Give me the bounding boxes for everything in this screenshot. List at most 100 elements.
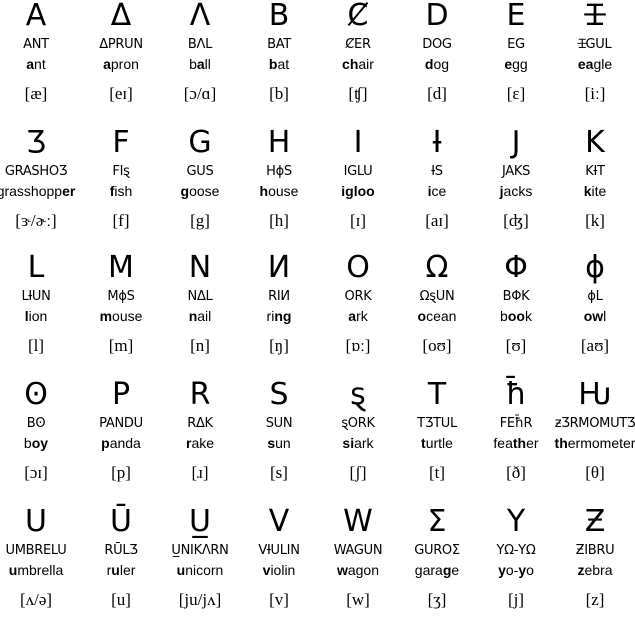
letter-cell: Ɨ ƗS ice [aɪ] bbox=[392, 127, 482, 231]
english-word: dog bbox=[392, 56, 482, 73]
english-word: garage bbox=[392, 562, 482, 579]
ipa-pronunciation: [ɒː] bbox=[345, 336, 371, 355]
letter-cell: W WAGUN wagon [w] bbox=[313, 506, 403, 610]
example-word: UMBRELU bbox=[5, 543, 67, 558]
highlighted-letters: th bbox=[554, 435, 568, 451]
ipa-pronunciation: [ʌ/ə] bbox=[19, 590, 53, 609]
highlighted-letters: a bbox=[196, 56, 205, 72]
plain-letters: b bbox=[189, 56, 197, 72]
highlighted-letters: o bbox=[417, 308, 427, 324]
letter-cell: B BAT bat [b] bbox=[234, 0, 324, 104]
letter-cell: D DOG dog [d] bbox=[392, 0, 482, 104]
plain-letters: ebra bbox=[584, 562, 613, 578]
highlighted-letters: a bbox=[26, 56, 35, 72]
ipa-pronunciation: [aɪ] bbox=[425, 211, 449, 230]
highlighted-letters: a bbox=[348, 308, 357, 324]
letter-glyph: T bbox=[427, 377, 447, 412]
example-word: ɸL bbox=[587, 289, 603, 304]
ipa-pronunciation: [ʧ] bbox=[348, 84, 368, 103]
letter-cell: Ƶ ƵIBRU zebra [z] bbox=[550, 506, 635, 610]
letter-glyph: U bbox=[25, 504, 47, 539]
english-word: lion bbox=[0, 308, 81, 325]
ipa-pronunciation: [ɔ/ɑ] bbox=[183, 84, 217, 103]
highlighted-letters: oo bbox=[507, 308, 525, 324]
letter-cell: Δ ΔPRUN apron [eɪ] bbox=[76, 0, 166, 104]
example-word: ORK bbox=[344, 289, 372, 304]
highlighted-letters: s bbox=[267, 435, 276, 451]
plain-letters: rk bbox=[356, 308, 368, 324]
letter-cell: Ȼ ȻER chair [ʧ] bbox=[313, 0, 403, 104]
letter-cell: G GUS goose [g] bbox=[155, 127, 245, 231]
example-word: BΦK bbox=[502, 289, 530, 304]
letter-cell: K KƗT kite [k] bbox=[550, 127, 635, 231]
english-word: kite bbox=[550, 183, 635, 200]
example-word: ƗS bbox=[431, 164, 443, 179]
ipa-pronunciation: [v] bbox=[269, 590, 289, 609]
example-word: ƵIBRU bbox=[575, 543, 615, 558]
letter-glyph: Y bbox=[506, 504, 526, 539]
english-word: zebra bbox=[550, 562, 635, 579]
letter-glyph: V bbox=[268, 504, 290, 539]
highlighted-letters: m bbox=[99, 308, 113, 324]
plain-letters: oose bbox=[189, 183, 220, 199]
ipa-pronunciation: [z] bbox=[585, 590, 605, 609]
highlighted-letters: y bbox=[518, 562, 527, 578]
plain-letters: ark bbox=[354, 435, 374, 451]
example-word: ANT bbox=[23, 37, 49, 52]
letter-glyph: W bbox=[343, 504, 373, 539]
letter-cell: L LƗUN lion [l] bbox=[0, 252, 81, 356]
letter-cell: ǶƶƷRMOMUTƷ thermometer [θ] bbox=[550, 379, 635, 483]
example-word: SUN bbox=[265, 416, 293, 431]
letter-cell: J JAKS jacks [ʤ] bbox=[471, 127, 561, 231]
english-word: sun bbox=[234, 435, 324, 452]
plain-letters: o bbox=[526, 562, 534, 578]
ipa-pronunciation: [k] bbox=[585, 211, 605, 230]
letter-glyph: L bbox=[27, 250, 45, 285]
plain-letters: air bbox=[358, 56, 374, 72]
ipa-pronunciation: [ɔɪ] bbox=[24, 463, 48, 482]
letter-cell: Ꙩ BꙨ boy [ɔɪ] bbox=[0, 379, 81, 483]
english-word: ark bbox=[313, 308, 403, 325]
example-word: EG bbox=[507, 37, 525, 52]
ipa-pronunciation: [b] bbox=[269, 84, 289, 103]
plain-letters: b bbox=[23, 435, 32, 451]
english-word: mouse bbox=[76, 308, 166, 325]
letter-glyph: U̲ bbox=[189, 504, 211, 539]
english-word: book bbox=[471, 308, 561, 325]
english-word: panda bbox=[76, 435, 166, 452]
letter-cell: Y YΩ-YΩ yo-yo [j] bbox=[471, 506, 561, 610]
plain-letters: ll bbox=[204, 56, 211, 72]
english-word: jacks bbox=[471, 183, 561, 200]
letter-cell: H HɸS house [h] bbox=[234, 127, 324, 231]
letter-glyph: Ʒ bbox=[26, 125, 46, 160]
highlighted-letters: a bbox=[103, 56, 111, 72]
letter-glyph: M bbox=[108, 250, 134, 285]
ipa-pronunciation: [m] bbox=[108, 336, 134, 355]
example-word: YΩ-YΩ bbox=[496, 543, 536, 558]
ipa-pronunciation: [aʊ] bbox=[580, 336, 610, 355]
english-word: house bbox=[234, 183, 324, 200]
example-word: BꙨ bbox=[26, 416, 46, 431]
english-word: eagle bbox=[550, 56, 635, 73]
ipa-pronunciation: [ʒ] bbox=[427, 590, 447, 609]
english-word: apron bbox=[76, 56, 166, 73]
letter-glyph: И bbox=[267, 250, 291, 285]
letter-glyph: D bbox=[425, 0, 449, 33]
example-word: GRASHOƷ bbox=[4, 164, 68, 179]
letter-cell: R RΔK rake [ɹ] bbox=[155, 379, 245, 483]
example-word: MɸS bbox=[107, 289, 135, 304]
letter-glyph: J bbox=[511, 125, 521, 160]
plain-letters: fea bbox=[493, 435, 513, 451]
english-word: turtle bbox=[392, 435, 482, 452]
plain-letters: ouse bbox=[112, 308, 143, 324]
plain-letters: gle bbox=[593, 56, 613, 72]
letter-glyph: I bbox=[353, 125, 363, 160]
plain-letters: iolin bbox=[270, 562, 296, 578]
highlighted-letters: th bbox=[512, 435, 527, 451]
example-word: VƗULIN bbox=[258, 543, 300, 558]
ipa-pronunciation: [w] bbox=[346, 590, 370, 609]
letter-glyph: F bbox=[112, 125, 130, 160]
highlighted-letters: igloo bbox=[341, 183, 375, 199]
example-word: FIȿ bbox=[112, 164, 130, 179]
plain-letters: e bbox=[451, 562, 460, 578]
